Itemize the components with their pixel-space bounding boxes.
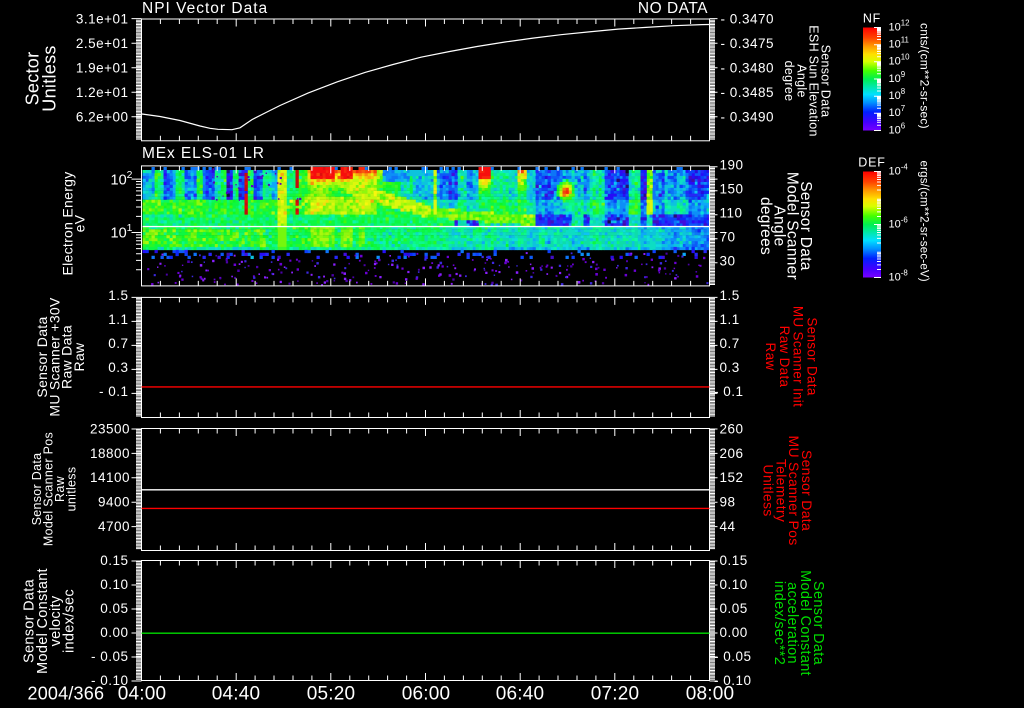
svg-text:0.10: 0.10 [100,577,128,592]
svg-text:SectorUnitless: SectorUnitless [22,45,59,111]
svg-text:0.00: 0.00 [720,625,748,640]
svg-text:06:00: 06:00 [402,684,451,705]
svg-text:260: 260 [720,421,744,436]
svg-text:MEx ELS-01 LR: MEx ELS-01 LR [142,145,265,162]
svg-text:0.7: 0.7 [720,336,740,351]
svg-text:1.1: 1.1 [720,312,740,327]
svg-text:150: 150 [720,182,744,197]
svg-text:1.1: 1.1 [108,312,128,327]
svg-text:- 0.05: - 0.05 [91,649,129,664]
svg-text:4700: 4700 [98,519,130,534]
svg-text:0.15: 0.15 [720,553,748,568]
svg-text:6.2e+00: 6.2e+00 [76,110,129,125]
svg-text:- 0.3470: - 0.3470 [721,12,775,27]
svg-text:9400: 9400 [98,495,130,510]
svg-text:- 0.3475: - 0.3475 [721,36,775,51]
svg-text:0.3: 0.3 [720,360,740,375]
svg-text:08:00: 08:00 [686,684,735,705]
svg-text:04:00: 04:00 [118,684,167,705]
svg-text:NPI Vector Data: NPI Vector Data [142,0,268,17]
svg-text:0.00: 0.00 [100,625,128,640]
svg-text:0.10: 0.10 [720,577,748,592]
svg-text:110: 110 [720,206,743,221]
svg-text:NO DATA: NO DATA [638,0,708,17]
svg-text:0.3: 0.3 [108,360,128,375]
svg-text:2.5e+01: 2.5e+01 [76,36,129,51]
svg-text:2004/366: 2004/366 [28,684,105,704]
svg-text:0.05: 0.05 [100,601,128,616]
svg-text:70: 70 [720,230,736,245]
svg-text:0.7: 0.7 [108,336,128,351]
svg-text:05:20: 05:20 [307,684,356,705]
svg-text:152: 152 [720,470,744,485]
svg-text:3.1e+01: 3.1e+01 [76,12,129,27]
svg-text:30: 30 [720,254,736,269]
svg-text:- 0.3485: - 0.3485 [721,85,775,100]
svg-text:23500: 23500 [90,421,130,436]
svg-text:1.5: 1.5 [108,288,128,303]
svg-text:1.2e+01: 1.2e+01 [76,85,129,100]
svg-text:0.05: 0.05 [720,601,748,616]
svg-text:06:40: 06:40 [496,684,545,705]
svg-text:- 0.05: - 0.05 [714,649,752,664]
svg-text:1.9e+01: 1.9e+01 [76,61,129,76]
svg-text:1.5: 1.5 [720,288,740,303]
svg-text:18800: 18800 [90,446,130,461]
svg-text:DEF: DEF [858,156,885,170]
svg-text:- 0.1: - 0.1 [714,384,744,399]
svg-text:- 0.1: - 0.1 [99,384,129,399]
svg-text:NF: NF [863,12,881,26]
svg-text:- 0.3480: - 0.3480 [721,61,775,76]
svg-text:44: 44 [720,519,736,534]
svg-text:98: 98 [720,495,736,510]
svg-text:14100: 14100 [90,470,130,485]
svg-text:206: 206 [720,446,744,461]
svg-text:190: 190 [720,158,744,173]
svg-text:- 0.3490: - 0.3490 [721,110,775,125]
svg-text:04:40: 04:40 [212,684,261,705]
svg-text:cnts/(cm**2-sr-sec): cnts/(cm**2-sr-sec) [917,23,931,129]
svg-text:Sensor DataModel Constantaccel: Sensor DataModel Constantaccelerationind… [771,570,826,676]
svg-text:07:20: 07:20 [591,684,640,705]
svg-text:0.15: 0.15 [100,553,128,568]
svg-text:ergs/(cm**2-sr-sec-eV): ergs/(cm**2-sr-sec-eV) [917,161,929,282]
